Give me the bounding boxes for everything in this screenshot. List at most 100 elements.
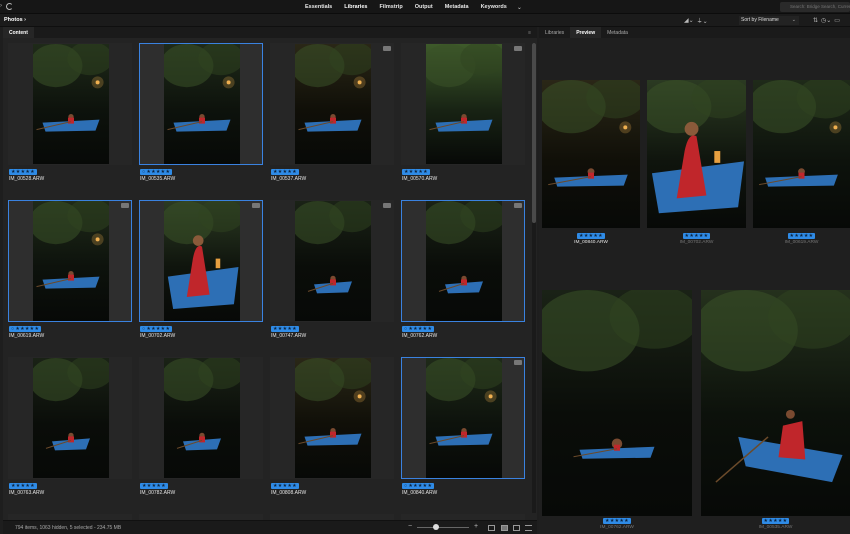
thumbnail-cell[interactable] [270,200,394,322]
file-badge-icon [514,46,522,51]
star-rating[interactable]: ★★★★★ [140,483,168,489]
scrollbar-thumb[interactable] [532,43,536,223]
thumbnail-caption: ★★★★★ IM_00537.ARW [270,169,394,191]
thumbnail-image[interactable] [33,201,109,321]
workspace-essentials[interactable]: Essentials [299,4,338,10]
content-tab-bar: Content [3,27,537,38]
preview-caption: ★★★★★ IM_00619.ARW [753,233,850,245]
preview-caption: ★★★★★ IM_00702.ARW [647,233,746,245]
star-rating[interactable]: ★★★★★ [402,169,430,175]
thumbnail-image[interactable] [33,358,109,478]
sort-dropdown[interactable]: Sort by Filename ⌄ [739,16,799,25]
thumbnail-cell[interactable] [401,200,525,322]
thumbnail-cell[interactable] [401,43,525,165]
thumbnail-size-knob[interactable] [433,524,439,530]
rating-filter-icon[interactable]: ◢⌄ [684,17,694,24]
file-name: IM_00535.ARW [140,176,176,182]
workspace-filmstrip[interactable]: Filmstrip [373,4,408,10]
tab-content[interactable]: Content [3,27,34,38]
star-rating[interactable]: ★★★★★ [787,233,816,239]
star-rating[interactable]: ★★★★★ [402,326,435,332]
zoom-out-icon[interactable]: − [408,523,412,530]
thumbnail-cell[interactable] [8,200,132,322]
thumbnail-image[interactable] [295,201,371,321]
file-name: IM_00840.ARW [574,240,608,245]
tab-preview[interactable]: Preview [570,27,602,38]
thumbnail-image[interactable] [426,201,502,321]
preview-caption: ★★★★★ IM_00762.ARW [542,518,692,530]
star-rating[interactable]: ★★★★★ [577,233,605,239]
panel-menu-icon[interactable]: ≡ [528,30,531,36]
window-control-icon[interactable]: › [0,3,2,9]
star-rating[interactable]: ★★★★★ [9,483,37,489]
search-input[interactable] [780,2,850,12]
thumbnail-caption: ★★★★★IM_00619.ARW [8,326,132,348]
star-rating[interactable]: ★★★★★ [761,518,790,524]
file-badge-icon [514,203,522,208]
star-rating[interactable]: ★★★★★ [271,483,299,489]
thumbnail-size-slider[interactable] [417,527,469,528]
thumbnail-image[interactable] [164,44,240,164]
thumbnail-image[interactable] [426,358,502,478]
star-rating[interactable]: ★★★★★ [271,326,299,332]
thumbnail-image[interactable] [426,44,502,164]
thumbnail-cell[interactable] [8,357,132,479]
thumbnail-caption: ★★★★★ IM_00747.ARW [270,326,394,348]
workspace-keywords[interactable]: Keywords [475,4,513,10]
new-folder-icon[interactable]: ▭ [834,17,840,24]
tab-libraries[interactable]: Libraries [539,27,570,38]
workspace-libraries[interactable]: Libraries [338,4,373,10]
top-menu-bar: › Essentials Libraries Filmstrip Output … [0,0,850,14]
view-details-icon[interactable] [513,525,520,531]
preview-image[interactable] [542,80,640,228]
view-list-icon[interactable] [525,525,532,531]
preview-image[interactable] [701,290,850,516]
thumbnail-cell[interactable] [139,200,263,322]
thumbnail-image[interactable] [164,201,240,321]
workspace-output[interactable]: Output [409,4,439,10]
thumbnail-image[interactable] [33,44,109,164]
thumbnail-cell[interactable] [139,43,263,165]
file-name: IM_00782.ARW [140,490,176,496]
star-rating[interactable]: ★★★★★ [603,518,631,524]
preview-image[interactable] [753,80,850,228]
star-rating[interactable]: ★★★★★ [271,169,299,175]
thumbnail-cell[interactable] [401,357,525,479]
view-tools: ⇅ ◷⌄ ▭ [813,16,840,25]
tab-metadata[interactable]: Metadata [601,27,634,38]
star-rating[interactable]: ★★★★★ [140,169,173,175]
star-rating[interactable]: ★★★★★ [9,326,42,332]
thumbnail-image[interactable] [295,358,371,478]
thumbnail-image[interactable] [164,358,240,478]
file-name: IM_00840.ARW [402,490,438,496]
star-rating[interactable]: ★★★★★ [402,483,435,489]
file-name: IM_00762.ARW [600,525,634,530]
file-badge-icon [383,46,391,51]
open-recent-icon[interactable]: ◷⌄ [821,17,831,24]
file-badge-icon [121,203,129,208]
star-rating[interactable]: ★★★★★ [682,233,711,239]
star-rating[interactable]: ★★★★★ [140,326,173,332]
star-rating[interactable]: ★★★★★ [9,169,37,175]
workspace-more-chevron-icon[interactable]: ⌄ [513,4,526,11]
view-grid-lock-icon[interactable] [488,525,495,531]
refresh-icon[interactable] [6,3,13,10]
thumbnail-image[interactable] [295,44,371,164]
preview-image[interactable] [542,290,692,516]
thumbnail-caption: ★★★★★IM_00840.ARW [401,483,525,505]
breadcrumb[interactable]: Photos › [4,17,26,23]
content-scrollbar[interactable] [532,43,536,513]
file-name: IM_00570.ARW [402,176,438,182]
thumbnail-cell[interactable] [270,357,394,479]
zoom-in-icon[interactable]: + [474,523,478,530]
workspace-metadata[interactable]: Metadata [439,4,475,10]
thumbnail-cell[interactable] [270,43,394,165]
view-grid-icon[interactable] [501,525,508,531]
filter-icon[interactable]: ⏚⌄ [697,16,708,25]
thumbnail-cell[interactable] [8,43,132,165]
sort-order-icon[interactable]: ⇅ [813,17,818,24]
status-text: 794 items, 1063 hidden, 5 selected - 234… [15,525,122,531]
preview-image[interactable] [647,80,746,228]
workspace-switcher: Essentials Libraries Filmstrip Output Me… [299,0,526,14]
thumbnail-cell[interactable] [139,357,263,479]
